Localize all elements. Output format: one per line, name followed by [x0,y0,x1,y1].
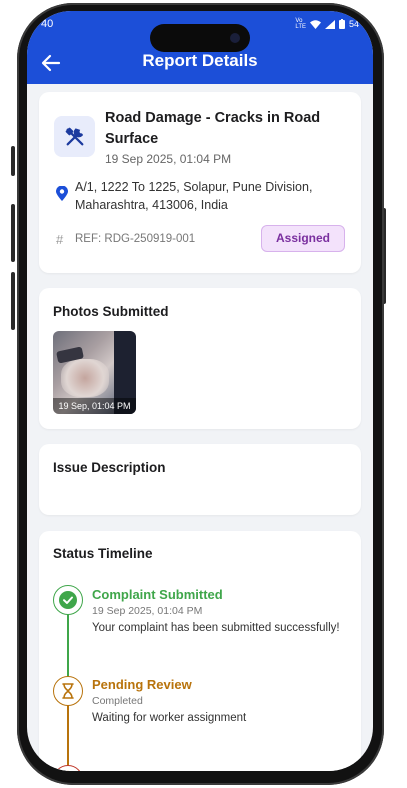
report-title: Road Damage - Cracks in Road Surface [105,110,321,147]
description-section-title: Issue Description [53,460,166,475]
timeline-node [53,765,83,771]
wifi-icon [309,19,321,29]
timeline-node [53,676,83,706]
battery-icon [338,19,345,29]
status-badge: Assigned [261,225,345,252]
battery-level: 54 [348,19,359,29]
category-icon-badge [54,116,95,157]
photo-timestamp: 19 Sep, 01:04 PM [53,398,136,414]
check-circle-icon [59,591,77,609]
photos-card: Photos Submitted 19 Sep, 01:04 PM [39,288,361,429]
timeline-node [53,585,83,615]
tools-icon [65,127,83,145]
photo-thumbnail[interactable]: 19 Sep, 01:04 PM [53,331,136,414]
report-date: 19 Sep 2025, 01:04 PM [105,152,232,166]
page-title: Report Details [142,51,258,70]
lte-icon: Vo LTE [295,18,306,30]
status-timeline-card: Status Timeline Complaint Submitted 19 S… [39,531,361,771]
hourglass-icon [62,683,74,699]
app-screen: 40 Vo LTE 54 Report Details Road Damage - [27,11,373,771]
photos-section-title: Photos Submitted [53,304,169,319]
status-time: 40 [41,18,54,30]
timeline-event-description: Your complaint has been submitted succes… [92,622,340,634]
camera-island [150,24,250,52]
report-summary-card: Road Damage - Cracks in Road Surface 19 … [39,92,361,273]
location-pin-icon [56,186,68,201]
timeline-event-title: Complaint Submitted [92,587,223,602]
signal-icon [324,19,335,29]
timeline-section-title: Status Timeline [53,546,153,561]
status-icons: Vo LTE 54 [295,18,359,30]
timeline-event-subtitle: Completed [92,695,143,707]
report-address: A/1, 1222 To 1225, Solapur, Pune Divisio… [75,180,313,212]
app-bar: 40 Vo LTE 54 Report Details [27,11,373,84]
reference-number: REF: RDG-250919-001 [75,233,196,245]
timeline-event-title: Pending Review [92,677,192,692]
timeline-event-subtitle: 19 Sep 2025, 01:04 PM [92,605,203,617]
timeline-connector [67,611,69,677]
issue-description-card: Issue Description [39,444,361,515]
timeline-event-description: Waiting for worker assignment [92,712,247,724]
hash-icon: # [56,232,64,247]
timeline-connector [67,703,69,771]
